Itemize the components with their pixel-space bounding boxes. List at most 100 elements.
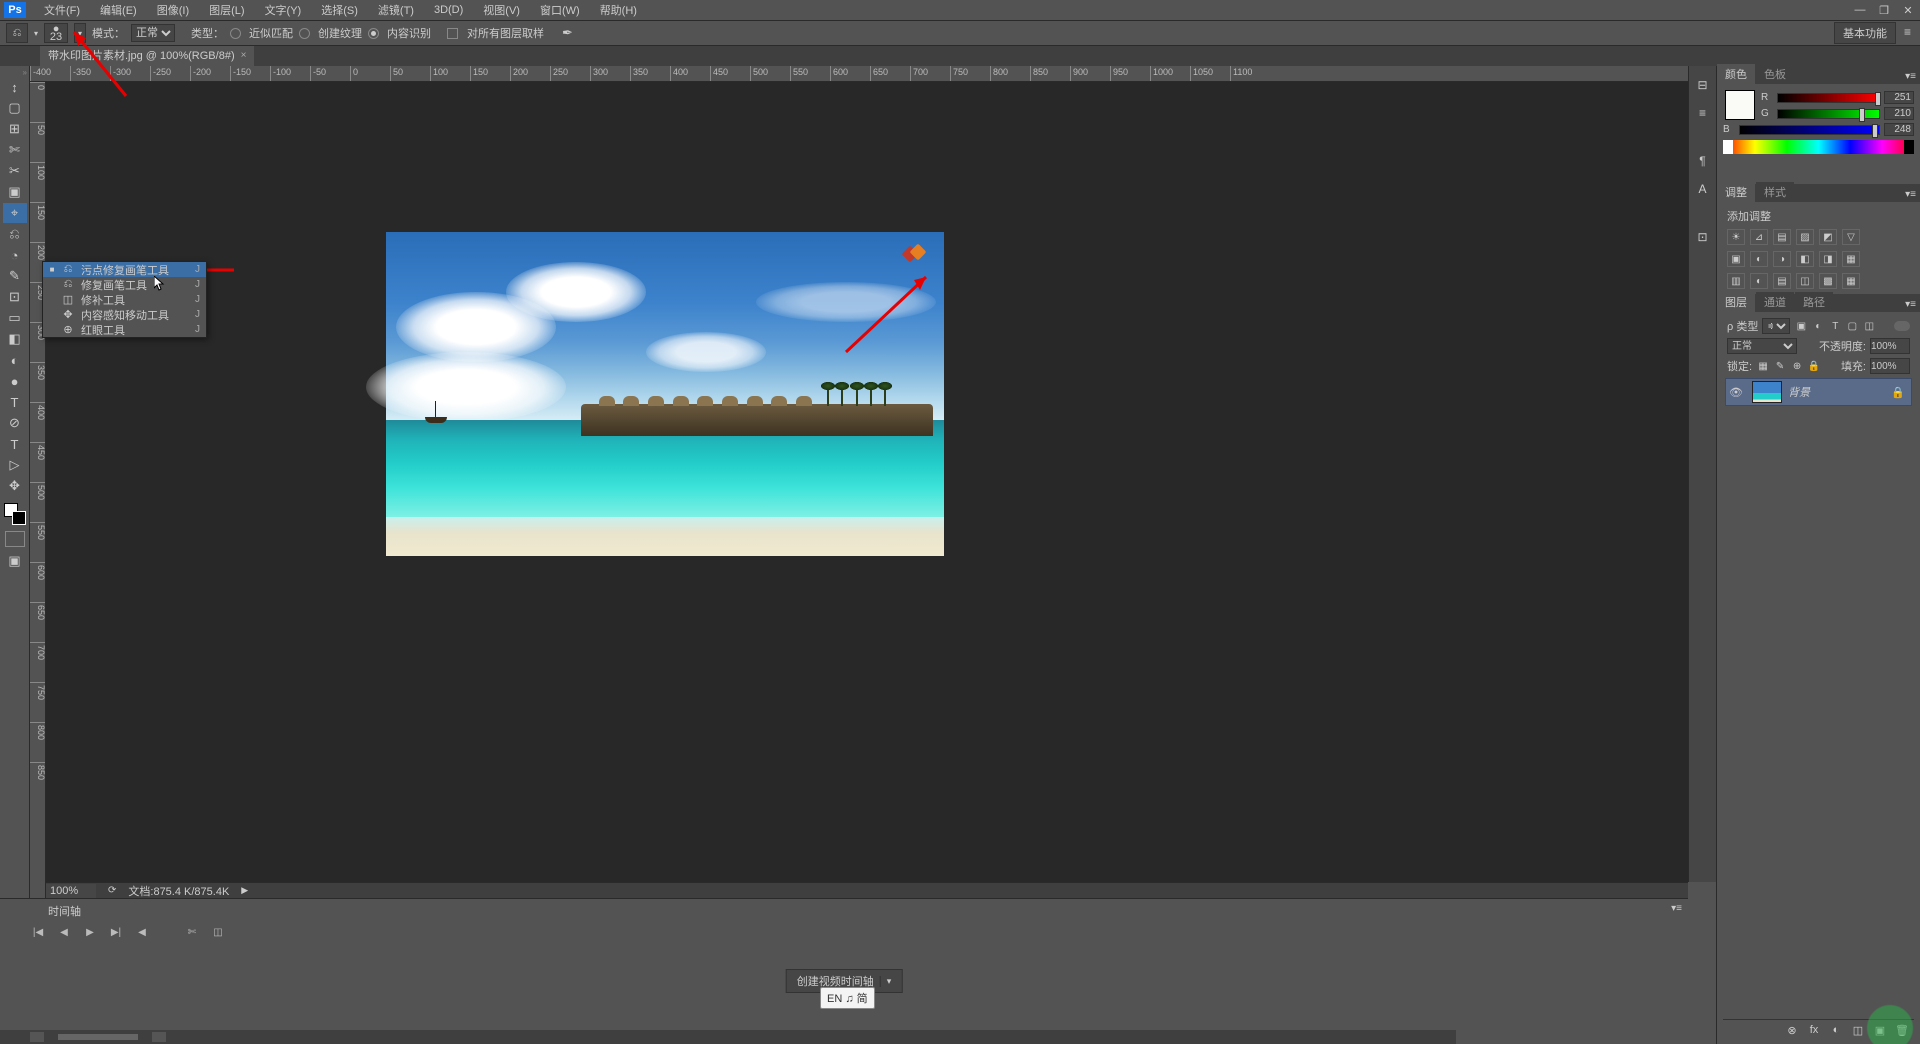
flyout-healing-brush[interactable]: ⎌修复画笔工具J bbox=[43, 277, 206, 292]
layer-background[interactable]: 👁 背景 🔒 bbox=[1725, 378, 1912, 406]
adjust-icon[interactable]: ◫ bbox=[1796, 273, 1814, 289]
quick-mask[interactable] bbox=[5, 531, 25, 547]
layer-filter-icon[interactable]: T bbox=[1828, 321, 1842, 332]
spot-healing-tool[interactable]: ⌖ bbox=[3, 203, 27, 223]
tab-close[interactable]: × bbox=[241, 50, 247, 61]
adjust-icon[interactable]: ⊿ bbox=[1750, 229, 1768, 245]
fill-value[interactable] bbox=[1870, 358, 1910, 374]
gradient-tool[interactable]: ▭ bbox=[3, 308, 27, 328]
clone-stamp-tool[interactable]: ◔ bbox=[3, 245, 27, 265]
flyout-patch[interactable]: ◫修补工具J bbox=[43, 292, 206, 307]
adjust-icon[interactable]: ▦ bbox=[1842, 273, 1860, 289]
menu-window[interactable]: 窗口(W) bbox=[530, 0, 590, 21]
b-value[interactable]: 248 bbox=[1884, 123, 1914, 136]
radio-content-aware[interactable] bbox=[368, 28, 379, 39]
g-slider[interactable] bbox=[1777, 109, 1880, 119]
current-tool-icon[interactable]: ⎌ bbox=[6, 23, 28, 43]
adjust-icon[interactable]: ▣ bbox=[1727, 251, 1745, 267]
menu-file[interactable]: 文件(F) bbox=[34, 0, 90, 21]
pen-tool[interactable]: ● bbox=[3, 371, 27, 391]
move-tool[interactable]: ↕ bbox=[3, 77, 27, 97]
adjust-icon[interactable]: ◨ bbox=[1819, 251, 1837, 267]
tl-play[interactable]: ▶ bbox=[82, 925, 98, 939]
collapsed-paragraph-icon[interactable]: A bbox=[1694, 180, 1712, 198]
lasso-tool[interactable]: ⊞ bbox=[3, 119, 27, 139]
zoom-tool[interactable]: ✥ bbox=[3, 476, 27, 496]
menu-layer[interactable]: 图层(L) bbox=[199, 0, 254, 21]
timeline-tab[interactable]: 时间轴 bbox=[40, 901, 89, 921]
screen-mode[interactable]: ▣ bbox=[3, 551, 27, 571]
tab-channels[interactable]: 通道 bbox=[1756, 292, 1794, 312]
layer-visibility-icon[interactable]: 👁 bbox=[1726, 386, 1746, 399]
layers-panel-menu[interactable]: ▾≡ bbox=[1901, 297, 1920, 312]
tl-zoom-in[interactable] bbox=[152, 1032, 166, 1042]
adjust-icon[interactable]: ◐ bbox=[1750, 273, 1768, 289]
tab-paths[interactable]: 路径 bbox=[1795, 292, 1833, 312]
adjust-icon[interactable]: ▥ bbox=[1727, 273, 1745, 289]
layer-filter-select[interactable]: ≑ bbox=[1762, 318, 1790, 334]
tl-cut[interactable]: ✄ bbox=[184, 925, 200, 939]
quick-select-tool[interactable]: ✄ bbox=[3, 140, 27, 160]
blend-mode[interactable]: 正常 bbox=[1727, 338, 1797, 354]
collapsed-history-icon[interactable]: ⊟ bbox=[1694, 76, 1712, 94]
layer-thumbnail[interactable] bbox=[1752, 381, 1782, 403]
color-swatch-big[interactable] bbox=[1725, 90, 1755, 120]
tl-prev[interactable]: ◀ bbox=[56, 925, 72, 939]
window-minimize[interactable]: — bbox=[1848, 1, 1872, 19]
eraser-tool[interactable]: ⊡ bbox=[3, 287, 27, 307]
menu-select[interactable]: 选择(S) bbox=[311, 0, 368, 21]
adjust-icon[interactable]: ▽ bbox=[1842, 229, 1860, 245]
blur-tool[interactable]: ◧ bbox=[3, 329, 27, 349]
tl-transition[interactable]: ◫ bbox=[210, 925, 226, 939]
timeline-menu[interactable]: ▾≡ bbox=[1671, 903, 1682, 914]
adjust-icon[interactable]: ◧ bbox=[1796, 251, 1814, 267]
adjust-icon[interactable]: ◑ bbox=[1773, 251, 1791, 267]
r-value[interactable]: 251 bbox=[1884, 91, 1914, 104]
layer-action-icon[interactable]: ⊗ bbox=[1784, 1023, 1800, 1037]
flyout-spot-healing[interactable]: ■⎌污点修复画笔工具J bbox=[43, 262, 206, 277]
layer-name[interactable]: 背景 bbox=[1788, 384, 1810, 400]
dodge-tool[interactable]: ◐ bbox=[3, 350, 27, 370]
layer-filter-icon[interactable]: ◐ bbox=[1811, 321, 1825, 332]
tl-last[interactable]: ◀ bbox=[134, 925, 150, 939]
mode-select[interactable]: 正常 bbox=[131, 24, 175, 42]
tab-adjustments[interactable]: 调整 bbox=[1717, 182, 1755, 202]
adjust-icon[interactable]: ◐ bbox=[1750, 251, 1768, 267]
tab-styles[interactable]: 样式 bbox=[1756, 182, 1794, 202]
pressure-icon[interactable]: ✒ bbox=[562, 25, 573, 41]
window-close[interactable]: ✕ bbox=[1896, 1, 1920, 19]
brush-tool[interactable]: ⎌ bbox=[3, 224, 27, 244]
radio-texture[interactable] bbox=[299, 28, 310, 39]
menu-view[interactable]: 视图(V) bbox=[473, 0, 530, 21]
tab-swatches[interactable]: 色板 bbox=[1756, 64, 1794, 84]
lock-option-icon[interactable]: 🔒 bbox=[1807, 361, 1821, 372]
adjust-icon[interactable]: ▤ bbox=[1773, 229, 1791, 245]
tab-color[interactable]: 颜色 bbox=[1717, 64, 1755, 84]
crop-tool[interactable]: ✂ bbox=[3, 161, 27, 181]
flyout-content-aware-move[interactable]: ✥内容感知移动工具J bbox=[43, 307, 206, 322]
eyedropper-tool[interactable]: ▣ bbox=[3, 182, 27, 202]
adjust-icon[interactable]: ▦ bbox=[1842, 251, 1860, 267]
tl-zoom-out[interactable] bbox=[30, 1032, 44, 1042]
radio-proximity[interactable] bbox=[230, 28, 241, 39]
layer-filter-icon[interactable]: ▣ bbox=[1794, 321, 1808, 332]
status-arrow[interactable]: ⟳ bbox=[108, 885, 116, 896]
status-flyout[interactable]: ▶ bbox=[241, 885, 248, 896]
tab-layers[interactable]: 图层 bbox=[1717, 292, 1755, 312]
color-swatches[interactable] bbox=[4, 503, 26, 525]
adjust-icon[interactable]: ▤ bbox=[1773, 273, 1791, 289]
opacity-value[interactable] bbox=[1870, 338, 1910, 354]
g-value[interactable]: 210 bbox=[1884, 107, 1914, 120]
collapsed-character-icon[interactable]: ¶ bbox=[1694, 152, 1712, 170]
filter-toggle[interactable] bbox=[1894, 321, 1910, 331]
adjust-panel-menu[interactable]: ▾≡ bbox=[1901, 187, 1920, 202]
layer-filter-icon[interactable]: ◫ bbox=[1862, 321, 1876, 332]
menu-filter[interactable]: 滤镜(T) bbox=[368, 0, 424, 21]
canvas[interactable] bbox=[46, 82, 1688, 882]
flyout-red-eye[interactable]: ⊕红眼工具J bbox=[43, 322, 206, 337]
r-slider[interactable] bbox=[1777, 93, 1880, 103]
lock-option-icon[interactable]: ⊕ bbox=[1790, 361, 1804, 372]
layer-filter-icon[interactable]: ▢ bbox=[1845, 321, 1859, 332]
lock-option-icon[interactable]: ▦ bbox=[1756, 361, 1770, 372]
menu-help[interactable]: 帮助(H) bbox=[590, 0, 647, 21]
